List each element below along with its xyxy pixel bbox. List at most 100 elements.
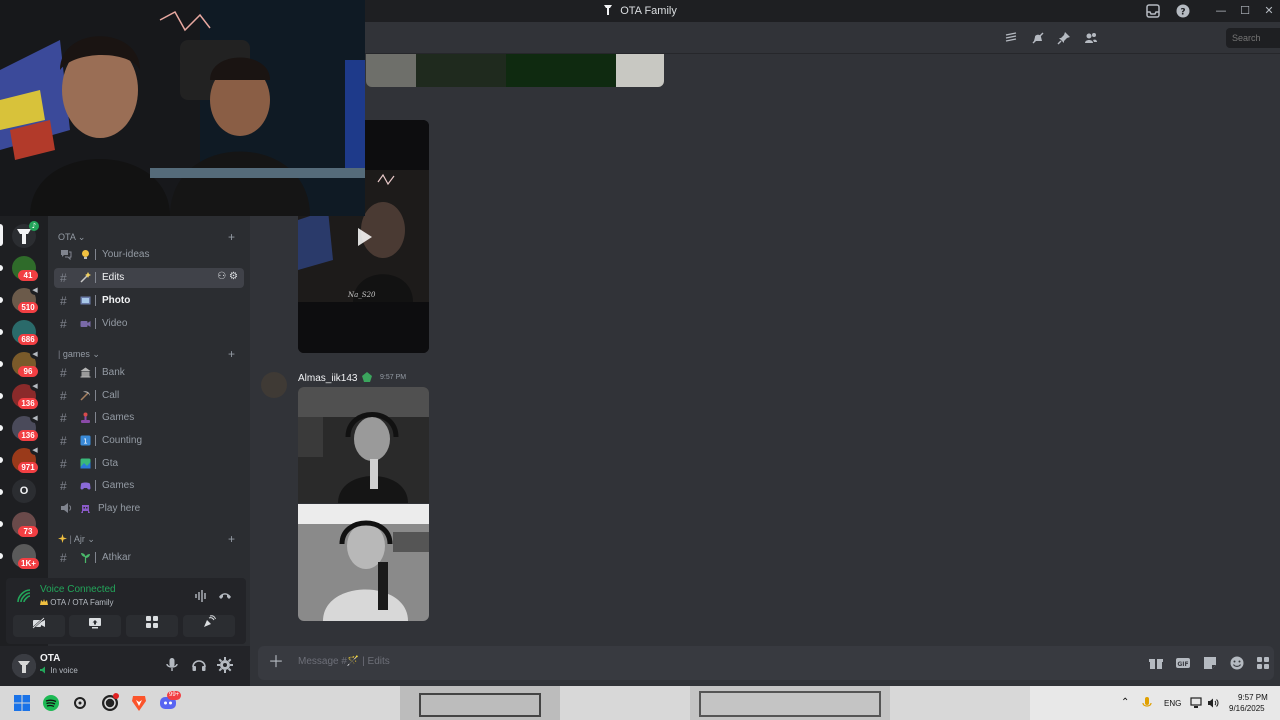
category-ajr[interactable]: | Ajr ⌄ +: [58, 532, 235, 546]
image-attachment-1[interactable]: [298, 387, 429, 503]
channel-separator: [95, 435, 96, 446]
pin-icon[interactable]: [1057, 31, 1071, 45]
category-label: games ⌄: [62, 349, 100, 359]
settings-gear-icon[interactable]: [70, 693, 90, 713]
message-author[interactable]: Almas_iik143: [298, 372, 373, 384]
channel-call[interactable]: # Call: [54, 386, 244, 406]
threads-icon[interactable]: [1004, 31, 1018, 45]
voice-status[interactable]: Voice Connected: [40, 584, 116, 595]
mention-badge: 136: [18, 398, 38, 409]
headphones-icon[interactable]: [190, 656, 208, 674]
invite-icon[interactable]: ⚇: [217, 271, 226, 282]
voice-location[interactable]: OTA / OTA Family: [40, 598, 114, 607]
server-icon-5[interactable]: ◀ 136: [12, 381, 40, 409]
inbox-icon[interactable]: [1145, 3, 1161, 19]
server-icon-1[interactable]: 41: [12, 256, 38, 281]
sticker-icon[interactable]: [1202, 655, 1218, 671]
close-button[interactable]: ✕: [1257, 0, 1280, 22]
noise-suppression-icon[interactable]: [194, 589, 208, 603]
channel-bank[interactable]: # Bank: [54, 363, 244, 383]
language-indicator[interactable]: ENG: [1164, 699, 1181, 708]
speaker-icon: ◀: [30, 285, 40, 295]
username[interactable]: OTA: [40, 653, 60, 664]
server-icon-ota[interactable]: ♪: [12, 221, 39, 248]
gif-icon[interactable]: GIF: [1175, 655, 1191, 671]
add-channel-icon[interactable]: +: [228, 532, 235, 546]
member-list-icon[interactable]: [1084, 31, 1098, 45]
server-icon-7[interactable]: ◀ 971: [12, 445, 40, 473]
message-input[interactable]: Message #🪄 | Edits: [298, 656, 390, 667]
channel-gta[interactable]: # Gta: [54, 454, 244, 474]
maximize-button[interactable]: ☐: [1233, 0, 1257, 22]
hash-icon: #: [60, 457, 67, 471]
speaker-icon: ◀: [30, 349, 40, 359]
server-icon-6[interactable]: ◀ 136: [12, 413, 40, 441]
channel-athkar[interactable]: # Athkar: [54, 548, 244, 568]
channel-separator: [95, 295, 96, 306]
unread-indicator: [0, 489, 3, 495]
network-icon[interactable]: [1190, 697, 1202, 709]
soundboard-button[interactable]: [183, 615, 235, 637]
signal-icon[interactable]: [16, 588, 32, 604]
clock-time[interactable]: 9:57 PM: [1238, 693, 1268, 702]
discord-window: OTA Family ? — ☐ ✕ Search Na_S20 Almas_i…: [0, 0, 1280, 720]
channel-photo[interactable]: # Photo: [54, 291, 244, 311]
avatar[interactable]: [261, 372, 287, 398]
minimize-button[interactable]: —: [1209, 0, 1233, 22]
mention-badge: 96: [18, 366, 38, 377]
server-icon-3[interactable]: 686: [12, 320, 38, 345]
camera-off-button[interactable]: [13, 615, 65, 637]
channel-edits[interactable]: # Edits ⚇ ⚙: [54, 268, 244, 288]
channel-games-2[interactable]: # Games: [54, 476, 244, 496]
server-icon-8[interactable]: 73: [12, 512, 38, 537]
channel-play-here[interactable]: Play here: [54, 499, 244, 519]
mic-tray-icon[interactable]: [1141, 696, 1153, 710]
apps-icon[interactable]: [1255, 655, 1271, 671]
author-name[interactable]: Almas_iik143: [298, 373, 357, 384]
server-icon-9[interactable]: 1K+: [12, 544, 39, 569]
windows-start-icon[interactable]: [12, 693, 32, 713]
server-icon-2[interactable]: ◀ 510: [12, 285, 40, 313]
category-ota[interactable]: OTA ⌄ +: [58, 230, 235, 244]
search-input[interactable]: [1226, 28, 1280, 48]
unread-indicator: [0, 361, 3, 367]
emoji-icon[interactable]: [1229, 655, 1245, 671]
category-label: OTA ⌄: [58, 232, 86, 242]
channel-counting[interactable]: # 1 Counting: [54, 431, 244, 451]
server-icon-4[interactable]: ◀ 96: [12, 349, 40, 377]
channel-video[interactable]: # Video: [54, 314, 244, 334]
message-timestamp: 9:57 PM: [380, 374, 407, 381]
tray-overflow-icon[interactable]: ⌃: [1121, 697, 1129, 708]
disconnect-icon[interactable]: [218, 590, 232, 602]
add-channel-icon[interactable]: +: [228, 347, 235, 361]
add-channel-icon[interactable]: +: [228, 230, 235, 244]
image-attachment-2[interactable]: [298, 504, 429, 621]
add-attachment-button[interactable]: ＋: [266, 652, 286, 672]
category-games[interactable]: | games ⌄ +: [58, 347, 235, 361]
mute-notifications-icon[interactable]: [1031, 31, 1045, 45]
gear-icon[interactable]: ⚙: [229, 271, 238, 282]
channel-games-1[interactable]: # Games: [54, 408, 244, 428]
server-icon-letter[interactable]: O: [12, 479, 36, 503]
activities-button[interactable]: [126, 615, 178, 637]
screen-share-button[interactable]: [69, 615, 121, 637]
brave-browser-icon[interactable]: [129, 693, 149, 713]
screen-share-icon: [89, 618, 101, 629]
channel-name: Call: [102, 390, 120, 401]
gift-icon[interactable]: [1148, 655, 1164, 671]
volume-icon[interactable]: [1207, 697, 1219, 709]
channel-your-ideas[interactable]: Your-ideas: [54, 245, 244, 265]
microphone-icon[interactable]: [163, 656, 181, 674]
clock-date[interactable]: 9/16/2025: [1229, 704, 1265, 713]
avatar[interactable]: [12, 654, 36, 678]
message-composer[interactable]: ＋ Message #🪄 | Edits GIF: [258, 646, 1274, 680]
help-icon[interactable]: ?: [1175, 3, 1191, 19]
unread-indicator: [0, 457, 3, 463]
lightbulb-icon: [82, 250, 89, 259]
obs-icon[interactable]: [100, 693, 120, 713]
previous-image-attachment[interactable]: [366, 54, 664, 87]
hash-icon: #: [60, 317, 67, 331]
spotify-icon[interactable]: [41, 693, 61, 713]
channel-separator: [95, 272, 96, 283]
gear-icon[interactable]: [216, 656, 234, 674]
